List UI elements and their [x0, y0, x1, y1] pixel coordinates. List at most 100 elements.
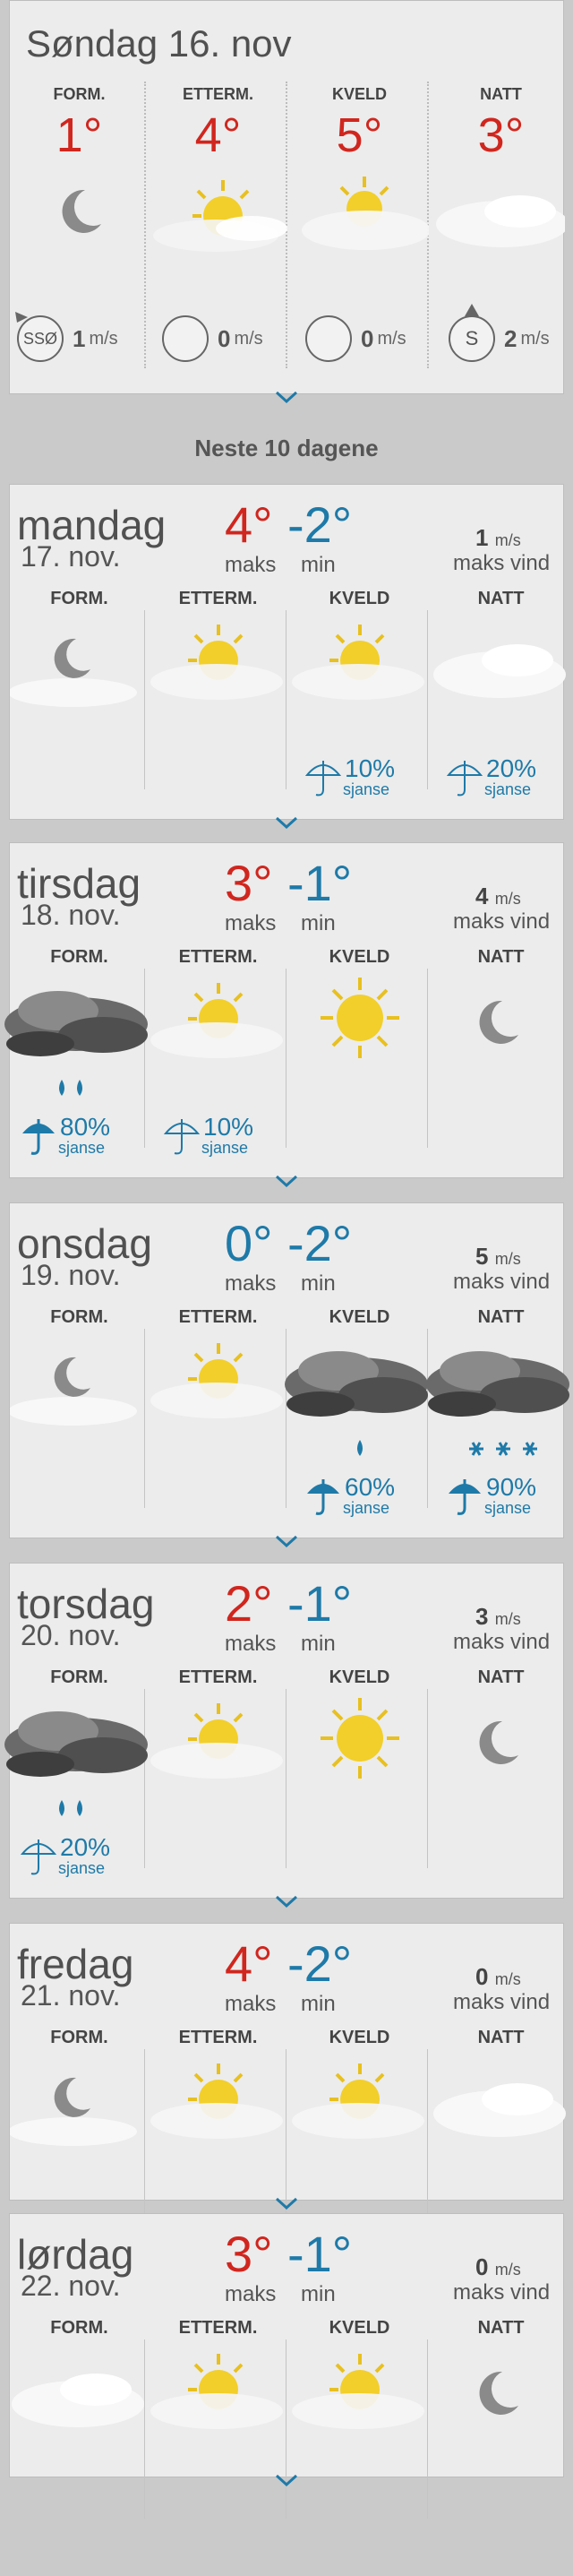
umbrella-icon — [307, 1479, 339, 1515]
expand-chevron-icon[interactable] — [273, 814, 300, 831]
rain-percent: 90% — [486, 1473, 537, 1501]
period-label: KVELD — [329, 1307, 390, 1327]
min-temp: -1° — [287, 1575, 353, 1632]
period-label: NATT — [477, 1667, 525, 1687]
rain-percent: 20% — [60, 1833, 111, 1861]
expand-chevron-icon[interactable] — [273, 1173, 300, 1189]
max-label: maks — [225, 1271, 277, 1296]
sun-cloud-icon — [150, 1703, 283, 1779]
rain-chance: 90% sjanse — [445, 1474, 536, 1517]
rain-chance-label: sjanse — [484, 780, 532, 798]
sun-cloud-icon — [150, 2354, 283, 2429]
expand-chevron-icon[interactable] — [273, 2472, 300, 2488]
sun-cloud-icon — [302, 177, 429, 250]
day-card[interactable]: lørdag 22. nov. 3° -1° maks min 0 m/s ma… — [9, 2213, 564, 2519]
period-label: ETTERM. — [178, 1667, 258, 1687]
day-card[interactable]: fredag 21. nov. 4° -2° maks min 0 m/s ma… — [9, 1923, 566, 2228]
wind-value: 0 — [361, 324, 374, 352]
sun-cloud-icon — [292, 2354, 424, 2429]
period-label: NATT — [477, 589, 525, 608]
day-date: 19. nov. — [21, 1259, 121, 1291]
day-date: 18. nov. — [21, 899, 121, 931]
day-date: 17. nov. — [21, 540, 121, 573]
period-label: NATT — [477, 2318, 525, 2338]
umbrella-icon — [304, 761, 342, 797]
umbrella-icon — [22, 1119, 55, 1155]
period-temp: 5° — [336, 108, 383, 162]
max-wind-value: 3 m/s — [475, 1603, 521, 1630]
wind-arrow-icon — [465, 304, 479, 316]
rain-chance-label: sjanse — [343, 780, 390, 798]
min-temp: -2° — [287, 1935, 353, 1992]
expand-chevron-icon[interactable] — [273, 1893, 300, 1909]
rain-percent: 10% — [345, 754, 396, 782]
umbrella-icon — [163, 1119, 201, 1155]
period-label: KVELD — [329, 947, 390, 967]
day-card[interactable]: torsdag 20. nov. 2° -1° maks min 3 m/s m… — [4, 1563, 564, 1899]
expand-chevron-icon[interactable] — [273, 1533, 300, 1549]
wind-direction: S — [449, 315, 495, 362]
day-card[interactable]: onsdag 19. nov. 0° -2° maks min 5 m/s ma… — [9, 1202, 569, 1538]
rain-chance: 20% sjanse — [19, 1834, 110, 1877]
max-wind-value: 0 m/s — [475, 1963, 521, 1990]
min-label: min — [301, 1632, 336, 1656]
sun-icon — [321, 978, 399, 1058]
max-wind-label: maks vind — [453, 1990, 551, 2014]
period-label: NATT — [477, 947, 525, 967]
rain-chance-label: sjanse — [484, 1499, 532, 1517]
day-date: 21. nov. — [21, 1979, 121, 2012]
wind-value: 2 — [504, 324, 517, 352]
expand-chevron-icon[interactable] — [273, 2195, 300, 2211]
period-label: FORM. — [50, 947, 108, 967]
cloud-icon — [12, 2374, 144, 2427]
expand-chevron-icon[interactable] — [273, 389, 300, 405]
day-date: 20. nov. — [21, 1619, 121, 1651]
forecast-page: Søndag 16. nov FORM. 1° ETTERM. 4° KVELD… — [0, 0, 573, 2576]
period-label: FORM. — [50, 2028, 108, 2047]
max-temp: 4° — [225, 496, 273, 553]
wind-value: 1 — [73, 324, 86, 352]
period-label: KVELD — [331, 85, 387, 103]
rain-chance-label: sjanse — [58, 1139, 106, 1157]
umbrella-icon — [446, 761, 483, 797]
max-wind-value: 1 m/s — [475, 524, 521, 551]
rain-percent: 80% — [60, 1113, 111, 1141]
sun-cloud-icon — [150, 1343, 283, 1418]
sun-icon — [321, 1698, 399, 1779]
rain-chance: 20% sjanse — [445, 755, 536, 798]
min-label: min — [301, 1992, 336, 2016]
cloud-icon — [436, 195, 565, 247]
min-temp: -1° — [287, 855, 353, 911]
period-label: ETTERM. — [183, 85, 253, 103]
max-label: maks — [225, 553, 277, 577]
dark-cloud-icon — [426, 1351, 569, 1417]
period-label: ETTERM. — [178, 2028, 258, 2047]
period-label: FORM. — [50, 589, 108, 608]
period-label: KVELD — [329, 2318, 390, 2338]
rain-chance: 10% sjanse — [304, 755, 395, 798]
wind-unit: m/s — [89, 328, 118, 349]
wind-unit: m/s — [234, 328, 263, 349]
day-card[interactable]: mandag 17. nov. 4° -2° maks min 1 m/s ma… — [9, 484, 566, 820]
max-temp: 2° — [225, 1575, 273, 1632]
max-label: maks — [225, 2282, 277, 2306]
max-wind-label: maks vind — [453, 1270, 551, 1294]
period-temp: 1° — [56, 108, 103, 162]
umbrella-icon — [449, 1479, 481, 1515]
min-temp: -2° — [287, 496, 353, 553]
rain-chance-label: sjanse — [201, 1139, 249, 1157]
period-label: FORM. — [50, 1307, 108, 1327]
umbrella-icon — [20, 1839, 57, 1875]
period-label: FORM. — [53, 85, 106, 103]
sun-cloud-icon — [150, 625, 283, 700]
period-label: ETTERM. — [178, 1307, 258, 1327]
max-temp: 0° — [225, 1215, 273, 1271]
min-temp: -2° — [287, 1215, 353, 1271]
rain-chance: 80% sjanse — [19, 1114, 110, 1157]
sun-cloud-icon — [150, 983, 283, 1058]
wind-direction — [305, 315, 352, 362]
wind-afternoon: 0 m/s — [162, 314, 263, 363]
max-wind-label: maks vind — [453, 1630, 551, 1654]
moon-icon — [479, 1720, 518, 1764]
day-card[interactable]: tirsdag 18. nov. 3° -1° maks min 4 m/s m… — [4, 842, 564, 1178]
